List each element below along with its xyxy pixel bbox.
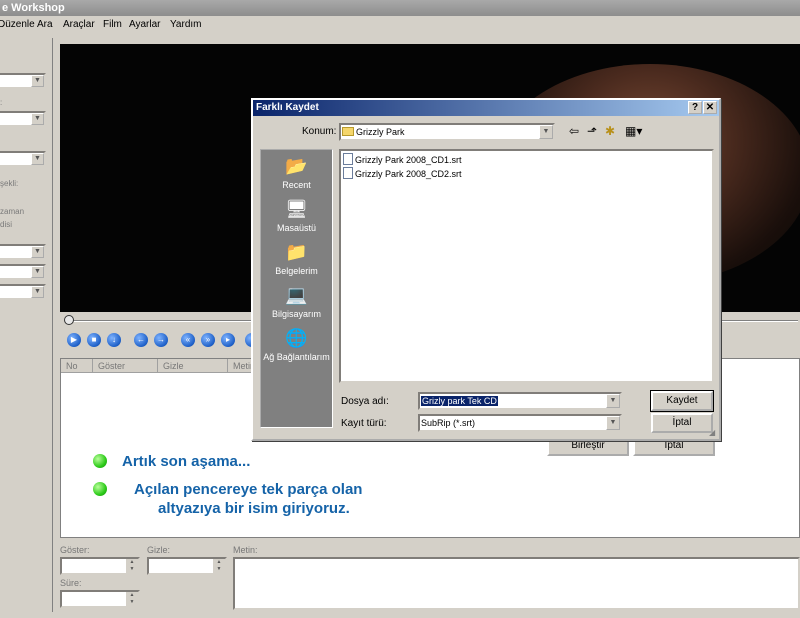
- computer-icon: 💻: [285, 285, 308, 305]
- left-combo-6[interactable]: ▼: [0, 284, 46, 300]
- place-recent[interactable]: 📂 Recent: [261, 154, 332, 190]
- annotation-line-3: altyazıya bir isim giriyoruz.: [158, 500, 350, 517]
- chevron-down-icon: ▼: [31, 266, 44, 278]
- desktop-icon: 🖥: [285, 199, 308, 219]
- filetype-label: Kayıt türü:: [341, 418, 387, 429]
- filetype-value: SubRip (*.srt): [421, 418, 476, 428]
- save-button[interactable]: Kaydet: [650, 390, 714, 412]
- menu-help[interactable]: Yardım: [170, 16, 202, 34]
- left-combo-4[interactable]: ▼: [0, 244, 46, 260]
- app-title: e Workshop: [2, 2, 65, 14]
- view-menu-icon[interactable]: ▦▾: [625, 124, 642, 138]
- up-folder-icon[interactable]: ⬏: [587, 124, 597, 138]
- next-icon[interactable]: ▸: [221, 333, 235, 347]
- seek-knob[interactable]: [64, 315, 74, 325]
- column-hide[interactable]: Gizle: [158, 359, 228, 373]
- app-titlebar: e Workshop: [0, 0, 800, 16]
- place-computer[interactable]: 💻 Bilgisayarım: [261, 283, 332, 319]
- left-combo-5[interactable]: ▼: [0, 264, 46, 280]
- menu-tools[interactable]: Araçlar: [63, 16, 95, 34]
- location-label: Konum:: [302, 126, 337, 137]
- recent-folder-icon: 📂: [285, 156, 308, 176]
- resize-grip-icon[interactable]: ◢: [709, 428, 715, 437]
- play-icon[interactable]: ▶: [67, 333, 81, 347]
- file-icon: [343, 153, 353, 165]
- location-combo[interactable]: Grizzly Park ▼: [339, 123, 555, 141]
- back-icon[interactable]: ←: [134, 333, 148, 347]
- help-button[interactable]: ?: [688, 101, 702, 114]
- annotation-line-1: Artık son aşama...: [122, 453, 251, 470]
- location-value: Grizzly Park: [356, 127, 405, 137]
- chevron-down-icon: ▼: [31, 113, 44, 125]
- hide-label: Gizle:: [147, 545, 171, 555]
- filename-label: Dosya adı:: [341, 396, 389, 407]
- text-label: Metin:: [233, 545, 258, 555]
- filetype-select[interactable]: SubRip (*.srt) ▼: [418, 414, 622, 432]
- chevron-down-icon: ▼: [31, 246, 44, 258]
- place-desktop[interactable]: 🖥 Masaüstü: [261, 197, 332, 233]
- filename-input[interactable]: Grizly park Tek CD ▼: [418, 392, 622, 410]
- menu-settings[interactable]: Ayarlar: [129, 16, 161, 34]
- place-network[interactable]: 🌐 Ağ Bağlantılarım: [261, 326, 332, 362]
- folder-icon: [342, 127, 354, 136]
- save-as-dialog: Farklı Kaydet ? ✕ Konum: Grizzly Park ▼ …: [251, 98, 721, 441]
- column-show[interactable]: Göster: [93, 359, 158, 373]
- duration-input[interactable]: ▲ ▼: [60, 590, 140, 608]
- spinner-icon[interactable]: ▲ ▼: [126, 592, 138, 606]
- chevron-down-icon: ▼: [31, 153, 44, 165]
- chevron-down-icon: ▼: [31, 286, 44, 298]
- spinner-icon[interactable]: ▲ ▼: [213, 559, 225, 573]
- dialog-title: Farklı Kaydet: [256, 102, 319, 113]
- chevron-down-icon[interactable]: ▼: [606, 416, 620, 430]
- show-time-input[interactable]: ▲ ▼: [60, 557, 140, 575]
- menu-search[interactable]: Ara: [37, 16, 53, 34]
- down-icon[interactable]: ↓: [107, 333, 121, 347]
- chevron-down-icon[interactable]: ▼: [606, 394, 620, 408]
- places-bar: 📂 Recent 🖥 Masaüstü 📁 Belgelerim 💻 Bilgisaya…: [260, 149, 333, 428]
- left-combo-1[interactable]: ▼: [0, 73, 46, 89]
- rewind-icon[interactable]: «: [181, 333, 195, 347]
- subtitle-text-input[interactable]: [233, 557, 800, 610]
- bullet-icon: [93, 454, 107, 468]
- documents-folder-icon: 📁: [285, 242, 308, 262]
- cancel-button[interactable]: İptal: [651, 413, 713, 433]
- close-button[interactable]: ✕: [703, 101, 717, 114]
- stop-icon[interactable]: ■: [87, 333, 101, 347]
- show-label: Göster:: [60, 545, 90, 555]
- spinner-icon[interactable]: ▲ ▼: [126, 559, 138, 573]
- left-panel: ▼ : ▼ ▼ şekli: zaman disi ▼ ▼ ▼: [0, 38, 53, 612]
- left-label-time: zaman: [0, 207, 25, 216]
- bullet-icon: [93, 482, 107, 496]
- duration-label: Süre:: [60, 578, 82, 588]
- chevron-down-icon[interactable]: ▼: [539, 125, 553, 139]
- left-label-disi: disi: [0, 220, 13, 229]
- file-item[interactable]: Grizzly Park 2008_CD2.srt: [343, 167, 462, 180]
- network-icon: 🌐: [285, 328, 308, 348]
- place-documents[interactable]: 📁 Belgelerim: [261, 240, 332, 276]
- dialog-titlebar: Farklı Kaydet ? ✕: [253, 100, 719, 116]
- forward-icon[interactable]: →: [154, 333, 168, 347]
- left-combo-2[interactable]: ▼: [0, 111, 46, 127]
- back-arrow-icon[interactable]: ⇦: [569, 124, 579, 138]
- hide-time-input[interactable]: ▲ ▼: [147, 557, 227, 575]
- menu-bar: Düzenle Ara Araçlar Film Ayarlar Yardım: [0, 16, 800, 34]
- new-folder-icon[interactable]: ✱: [605, 124, 615, 138]
- chevron-down-icon: ▼: [31, 75, 44, 87]
- file-item[interactable]: Grizzly Park 2008_CD1.srt: [343, 153, 462, 166]
- menu-movie[interactable]: Film: [103, 16, 122, 34]
- left-combo-3[interactable]: ▼: [0, 151, 46, 167]
- file-icon: [343, 167, 353, 179]
- menu-edit[interactable]: Düzenle: [0, 16, 35, 34]
- fast-forward-icon[interactable]: »: [201, 333, 215, 347]
- column-no[interactable]: No: [61, 359, 93, 373]
- filename-value: Grizly park Tek CD: [421, 396, 498, 406]
- left-label-shape: şekli:: [0, 179, 19, 188]
- file-list[interactable]: Grizzly Park 2008_CD1.srt Grizzly Park 2…: [339, 149, 714, 383]
- annotation-line-2: Açılan pencereye tek parça olan: [134, 481, 363, 498]
